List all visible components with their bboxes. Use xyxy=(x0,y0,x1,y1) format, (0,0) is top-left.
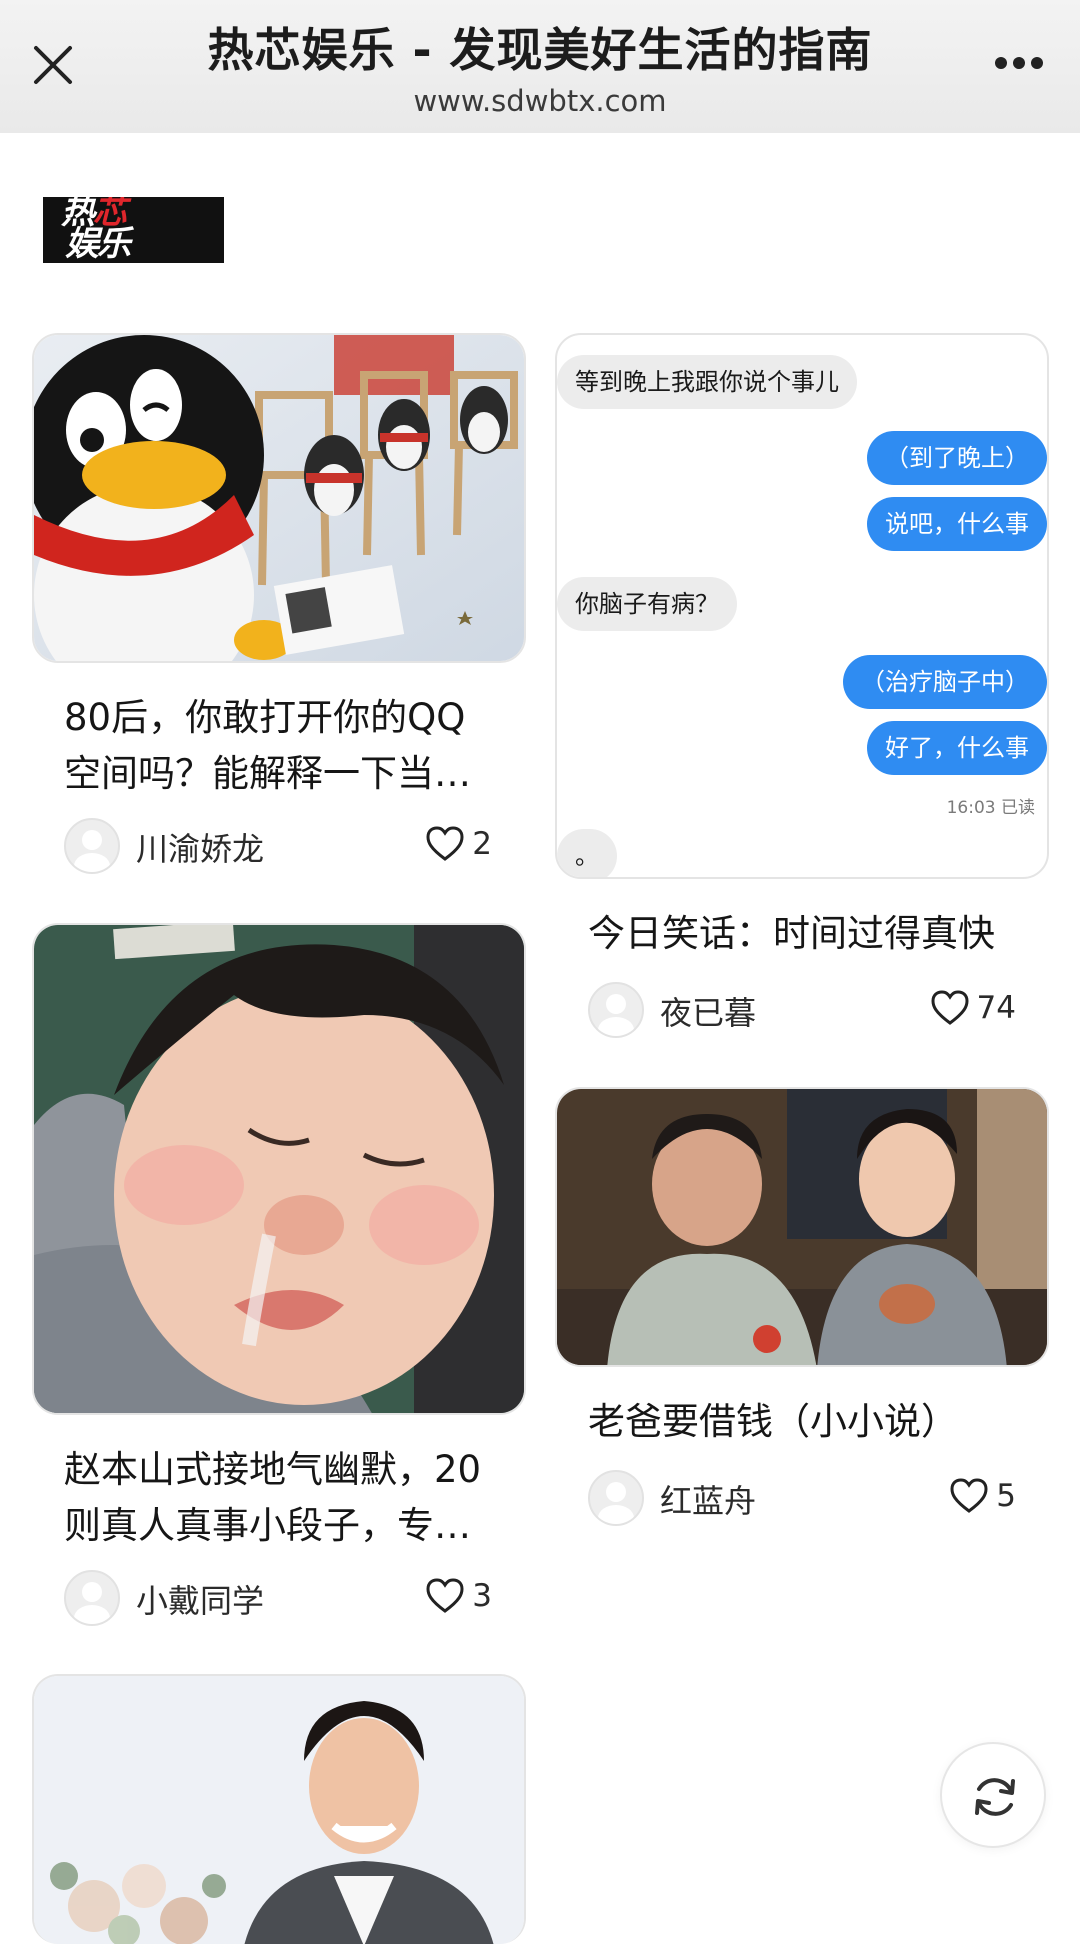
author-name[interactable]: 夜已暮 xyxy=(660,988,756,1034)
avatar[interactable] xyxy=(64,818,120,874)
child-photo xyxy=(34,925,524,1413)
chat-bubble-incoming: 等到晚上我跟你说个事儿 xyxy=(557,355,857,409)
card-meta: 夜已暮 74 xyxy=(588,982,1016,1042)
heart-icon xyxy=(931,990,969,1025)
card-title[interactable]: 老爸要借钱（小小说） xyxy=(588,1394,1018,1450)
close-icon xyxy=(34,46,72,84)
chat-bubble-incoming: 你脑子有病？ xyxy=(557,577,737,631)
more-dots-icon xyxy=(995,57,1007,69)
avatar[interactable] xyxy=(64,1570,120,1626)
heart-icon xyxy=(426,1578,464,1613)
card-image-drama-still[interactable] xyxy=(555,1087,1049,1367)
card-image-qq-penguin[interactable] xyxy=(32,333,526,663)
more-options-button[interactable] xyxy=(992,48,1052,78)
card-image-man-with-flowers[interactable] xyxy=(32,1674,526,1944)
like-count: 74 xyxy=(976,990,1016,1026)
chat-bubble-outgoing: 好了，什么事 xyxy=(867,721,1047,775)
heart-icon xyxy=(950,1478,988,1513)
author-name[interactable]: 小戴同学 xyxy=(136,1576,264,1622)
read-timestamp: 16:03 已读 xyxy=(946,798,1035,818)
brand-logo[interactable]: 热芯 娱乐 xyxy=(43,197,224,263)
like-button[interactable]: 5 xyxy=(950,1478,1016,1514)
penguin-photo xyxy=(34,335,524,661)
author-name[interactable]: 川渝娇龙 xyxy=(136,824,264,870)
chat-bubble-outgoing: （到了晚上） xyxy=(867,431,1047,485)
card-meta: 小戴同学 3 xyxy=(64,1570,492,1630)
default-avatar-icon xyxy=(74,1582,110,1624)
default-avatar-icon xyxy=(74,830,110,872)
like-count: 5 xyxy=(996,1478,1016,1514)
close-button[interactable] xyxy=(28,40,78,90)
like-button[interactable]: 2 xyxy=(426,826,492,862)
card-image-crying-child[interactable] xyxy=(32,923,526,1415)
card-title[interactable]: 赵本山式接地气幽默，20则真人真事小段子，专… xyxy=(64,1442,494,1554)
chat-bubble-outgoing: 说吧，什么事 xyxy=(867,497,1047,551)
like-count: 3 xyxy=(472,1578,492,1614)
like-count: 2 xyxy=(472,826,492,862)
card-meta: 川渝娇龙 2 xyxy=(64,818,492,878)
like-button[interactable]: 3 xyxy=(426,1578,492,1614)
refresh-button[interactable] xyxy=(940,1742,1046,1848)
chat-bubble-outgoing: （治疗脑子中） xyxy=(843,655,1047,709)
like-button[interactable]: 74 xyxy=(931,990,1016,1026)
author-name[interactable]: 红蓝舟 xyxy=(660,1476,756,1522)
avatar[interactable] xyxy=(588,982,644,1038)
drama-still-photo xyxy=(557,1089,1047,1365)
card-meta: 红蓝舟 5 xyxy=(588,1470,1016,1530)
card-title[interactable]: 今日笑话：时间过得真快 xyxy=(588,906,1018,962)
page-url: www.sdwbtx.com xyxy=(413,84,667,118)
card-image-chat-screenshot[interactable]: 等到晚上我跟你说个事儿 （到了晚上） 说吧，什么事 你脑子有病？ （治疗脑子中）… xyxy=(555,333,1049,879)
default-avatar-icon xyxy=(598,1482,634,1524)
chat-bubble-incoming: 。 xyxy=(557,829,617,877)
card-title[interactable]: 80后，你敢打开你的QQ空间吗？能解释一下当… xyxy=(64,690,494,802)
avatar[interactable] xyxy=(588,1470,644,1526)
browser-header: 热芯娱乐 - 发现美好生活的指南 www.sdwbtx.com xyxy=(0,0,1080,133)
header-title-block: 热芯娱乐 - 发现美好生活的指南 www.sdwbtx.com xyxy=(130,14,950,118)
heart-icon xyxy=(426,826,464,861)
page-title: 热芯娱乐 - 发现美好生活的指南 xyxy=(207,23,873,77)
refresh-icon xyxy=(975,1778,1015,1816)
man-flowers-photo xyxy=(34,1676,524,1944)
default-avatar-icon xyxy=(598,994,634,1036)
